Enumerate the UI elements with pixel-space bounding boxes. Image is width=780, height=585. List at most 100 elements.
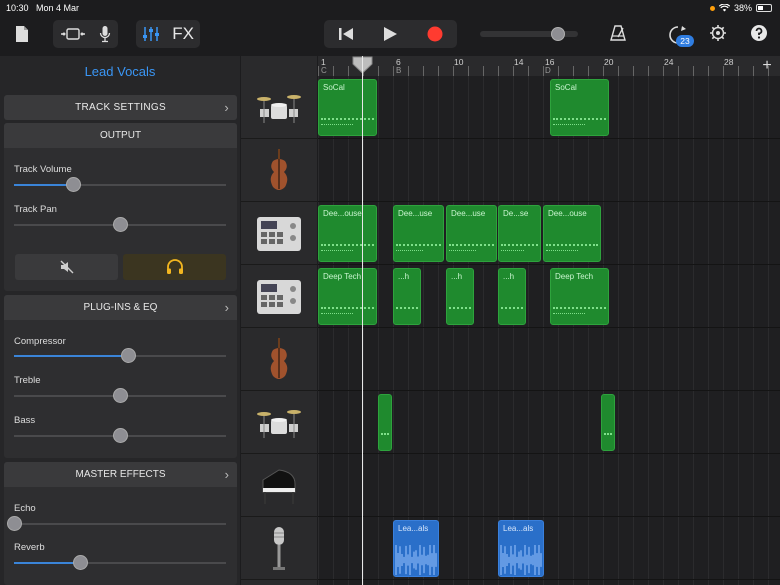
ruler-tick <box>453 66 454 76</box>
note-pattern <box>321 313 354 315</box>
midi-region[interactable]: Dee...use <box>393 205 444 262</box>
settings-icon[interactable] <box>708 23 728 43</box>
midi-region[interactable] <box>378 394 392 451</box>
audio-region[interactable]: Lea...als <box>393 520 439 577</box>
track-pan-knob[interactable] <box>113 217 128 232</box>
track-header-drums[interactable] <box>241 77 317 139</box>
track-settings-header[interactable]: TRACK SETTINGS › <box>4 95 237 120</box>
track-lane[interactable] <box>318 329 780 391</box>
track-header-cello-2[interactable] <box>241 329 317 391</box>
midi-region[interactable]: De...se <box>498 205 541 262</box>
section-marker: D <box>545 66 551 75</box>
track-pan-slider[interactable] <box>14 217 226 232</box>
track-volume-label: Track Volume <box>14 164 72 175</box>
record-icon[interactable] <box>427 26 443 42</box>
play-icon[interactable] <box>382 26 398 42</box>
region-label: Deep Tech <box>555 272 594 281</box>
bar-ruler[interactable]: 1 C 6 B 10 14 16 D 20 24 28 <box>318 56 780 76</box>
mixer-icon[interactable] <box>142 26 160 42</box>
reverb-knob[interactable] <box>72 555 88 570</box>
note-pattern <box>321 118 374 120</box>
region-label: SoCal <box>323 83 345 92</box>
track-volume-knob[interactable] <box>66 177 82 192</box>
midi-region[interactable]: Dee...use <box>446 205 497 262</box>
speaker-muted-icon <box>60 260 73 274</box>
audio-region[interactable]: Lea...als <box>498 520 544 577</box>
tracks-timeline[interactable]: 1 C 6 B 10 14 16 D 20 24 28 SoCal SoCal Dee...ouse De… <box>318 56 780 585</box>
track-lane[interactable]: Dee...ouse Dee...use Dee...use De...se Dee..… <box>318 203 780 265</box>
track-header-cello-1[interactable] <box>241 140 317 202</box>
document-icon[interactable] <box>12 24 32 44</box>
ruler-tick <box>603 66 604 76</box>
midi-region[interactable]: SoCal <box>318 79 377 136</box>
bass-slider[interactable] <box>14 428 226 443</box>
track-header-vocals[interactable] <box>241 518 317 580</box>
track-volume-slider[interactable] <box>14 177 226 192</box>
track-header-drums-2[interactable] <box>241 392 317 454</box>
master-effects-header[interactable]: MASTER EFFECTS › <box>4 462 237 487</box>
treble-knob[interactable] <box>113 388 128 403</box>
track-lane[interactable]: SoCal SoCal <box>318 77 780 139</box>
track-lane[interactable] <box>318 140 780 202</box>
region-label: SoCal <box>555 83 577 92</box>
midi-region[interactable]: Dee...ouse <box>318 205 377 262</box>
status-time: 10:30 <box>6 3 29 13</box>
rewind-icon[interactable] <box>338 27 354 41</box>
plugins-eq-section: PLUG-INS & EQ › Compressor Treble Bass <box>4 295 237 458</box>
bass-knob[interactable] <box>113 428 128 443</box>
bass-label: Bass <box>14 415 36 426</box>
master-effects-label: MASTER EFFECTS <box>75 469 166 480</box>
ruler-tick <box>618 66 619 76</box>
metronome-icon[interactable] <box>608 23 628 43</box>
echo-slider[interactable] <box>7 516 226 531</box>
note-pattern <box>546 244 598 246</box>
master-volume-slider[interactable] <box>480 27 578 41</box>
ruler-tick <box>318 66 319 76</box>
track-header-beats-1[interactable] <box>241 203 317 265</box>
track-header-piano[interactable] <box>241 455 317 517</box>
region-label: Lea...als <box>398 524 429 533</box>
midi-region[interactable] <box>601 394 615 451</box>
track-title: Lead Vocals <box>84 64 156 79</box>
midi-region[interactable]: ...h <box>498 268 526 325</box>
mute-button[interactable] <box>15 254 118 280</box>
track-lane[interactable]: Lea...als Lea...als <box>318 518 780 580</box>
track-lane[interactable] <box>318 455 780 517</box>
mixer-fx-group: FX <box>136 20 200 48</box>
midi-region[interactable]: SoCal <box>550 79 609 136</box>
plugins-eq-header[interactable]: PLUG-INS & EQ › <box>4 295 237 320</box>
midi-region[interactable]: Deep Tech <box>318 268 377 325</box>
solo-button[interactable] <box>123 254 226 280</box>
ruler-tick <box>528 66 529 76</box>
midi-region[interactable]: ...h <box>393 268 421 325</box>
midi-region[interactable]: ...h <box>446 268 474 325</box>
track-lane[interactable]: Deep Tech ...h ...h ...h Deep Tech <box>318 266 780 328</box>
master-volume-knob[interactable] <box>551 27 565 41</box>
help-icon[interactable] <box>749 23 769 43</box>
region-label: Lea...als <box>503 524 534 533</box>
echo-knob[interactable] <box>7 516 22 531</box>
add-section-button[interactable]: + <box>758 57 776 75</box>
treble-slider[interactable] <box>14 388 226 403</box>
note-pattern <box>321 244 374 246</box>
compressor-slider[interactable] <box>14 348 226 363</box>
ruler-tick <box>423 66 424 76</box>
reverb-slider[interactable] <box>14 555 226 570</box>
drum-kit-icon <box>257 94 301 123</box>
compressor-knob[interactable] <box>121 348 137 363</box>
microphone-icon[interactable] <box>99 25 111 43</box>
view-toggle-icon[interactable] <box>60 27 86 41</box>
midi-region[interactable]: Deep Tech <box>550 268 609 325</box>
note-pattern <box>546 250 578 252</box>
ruler-tick <box>738 66 739 76</box>
midi-region[interactable]: Dee...ouse <box>543 205 601 262</box>
playhead[interactable] <box>362 56 363 585</box>
waveform <box>395 545 437 575</box>
fx-button[interactable]: FX <box>172 24 194 44</box>
region-label: ...h <box>398 272 410 281</box>
track-header-beats-2[interactable] <box>241 266 317 328</box>
ruler-tick <box>483 66 484 76</box>
track-lane[interactable] <box>318 392 780 454</box>
note-pattern <box>604 433 612 435</box>
ruler-tick <box>468 66 469 76</box>
